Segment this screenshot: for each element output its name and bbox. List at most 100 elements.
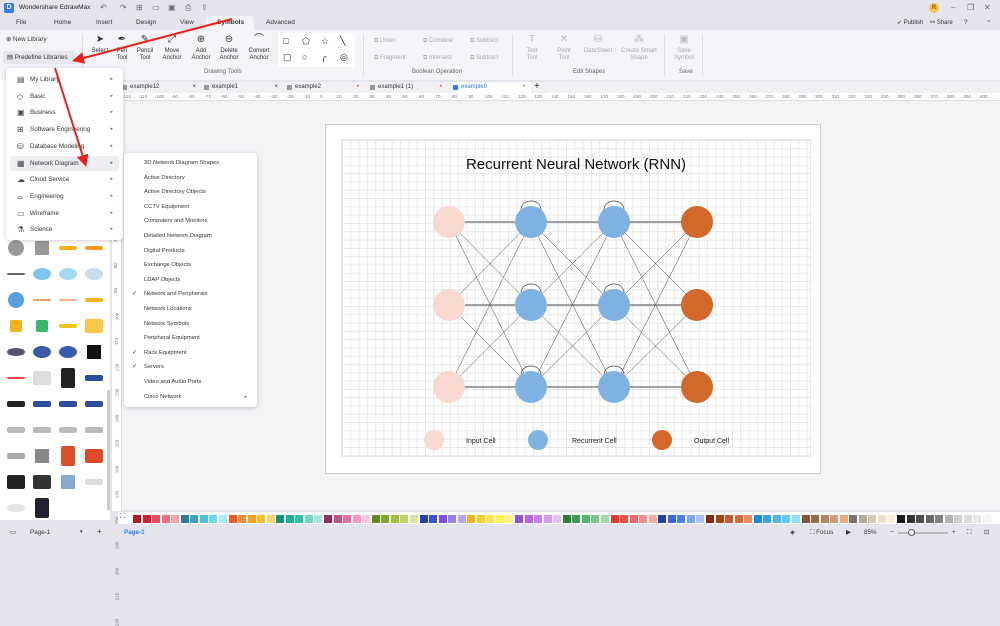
output-cell-node[interactable] (681, 206, 713, 238)
color-swatch[interactable] (791, 515, 800, 523)
color-swatch[interactable] (982, 515, 991, 523)
color-swatch[interactable] (830, 515, 839, 523)
zoom-in-icon[interactable]: + (952, 529, 956, 536)
color-swatch[interactable] (849, 515, 858, 523)
color-swatch[interactable] (963, 515, 972, 523)
color-swatch[interactable] (247, 515, 256, 523)
submenu-item[interactable]: Cisco Network ▸ (124, 390, 257, 405)
color-swatch[interactable] (658, 515, 667, 523)
color-swatch[interactable] (180, 515, 189, 523)
modem-shape-icon[interactable] (7, 475, 25, 489)
color-swatch[interactable] (238, 515, 247, 523)
color-swatch[interactable] (973, 515, 982, 523)
color-swatch[interactable] (925, 515, 934, 523)
color-swatch[interactable] (199, 515, 208, 523)
wing-shape-icon[interactable] (85, 298, 103, 302)
submenu-item[interactable]: ✓ Rack Equipment (124, 346, 257, 361)
color-swatch[interactable] (362, 515, 371, 523)
color-swatch[interactable] (725, 515, 734, 523)
color-swatch[interactable] (763, 515, 772, 523)
wireless-shape-icon[interactable] (35, 449, 49, 463)
color-swatch[interactable] (591, 515, 600, 523)
color-swatch[interactable] (515, 515, 523, 523)
color-swatch[interactable] (839, 515, 848, 523)
color-swatch[interactable] (190, 515, 199, 523)
color-swatch[interactable] (820, 515, 829, 523)
lightning-shape-icon[interactable] (85, 246, 103, 250)
color-swatch[interactable] (304, 515, 313, 523)
recurrent-cell-node[interactable] (515, 289, 547, 321)
speech-shape-icon[interactable] (59, 346, 77, 358)
modem-shape-icon[interactable] (33, 475, 51, 489)
submenu-item[interactable]: CCTV Equipment (124, 200, 257, 215)
submenu-item[interactable]: Exchange Objects (124, 258, 257, 273)
server-shape-icon[interactable] (61, 368, 75, 388)
input-cell-node[interactable] (433, 289, 465, 321)
color-swatch[interactable] (371, 515, 380, 523)
submenu-item[interactable]: ✓ Network and Peripherals (124, 287, 257, 302)
color-swatch[interactable] (543, 515, 552, 523)
library-category-network-diagram[interactable]: ▦ Network Diagram ▸ (10, 155, 119, 171)
disk-shape-icon[interactable] (7, 348, 25, 356)
library-category-my-library[interactable]: ▤ My Library ▸ (10, 72, 119, 87)
color-swatch[interactable] (534, 515, 543, 523)
color-swatch[interactable] (467, 515, 476, 523)
input-cell-node[interactable] (433, 371, 465, 403)
library-category-business[interactable]: ▣ Business ▸ (10, 105, 119, 120)
recurrent-cell-node[interactable] (598, 289, 630, 321)
globe-shape-icon[interactable] (8, 292, 24, 308)
router-shape-icon[interactable] (7, 401, 25, 407)
color-swatch[interactable] (142, 515, 151, 523)
color-swatch[interactable] (610, 515, 619, 523)
library-scrollbar[interactable] (107, 390, 110, 510)
color-swatch[interactable] (390, 515, 399, 523)
zoom-slider[interactable] (898, 532, 948, 534)
color-swatch[interactable] (429, 515, 438, 523)
recurrent-cell-node[interactable] (598, 206, 630, 238)
color-swatch[interactable] (400, 515, 409, 523)
color-swatch[interactable] (677, 515, 686, 523)
line-shape-icon[interactable] (33, 299, 51, 301)
submenu-item[interactable]: LDAP Objects (124, 273, 257, 288)
patch-shape-icon[interactable] (7, 453, 25, 459)
color-swatch[interactable] (581, 515, 590, 523)
color-swatch[interactable] (419, 515, 428, 523)
triangle-shape-icon[interactable] (10, 320, 22, 332)
color-swatch[interactable] (505, 515, 514, 523)
color-swatch[interactable] (486, 515, 495, 523)
layers-icon[interactable]: ◈ (790, 529, 795, 536)
color-swatch[interactable] (314, 515, 323, 523)
line-shape-icon[interactable] (59, 299, 77, 301)
color-swatch[interactable] (648, 515, 657, 523)
submenu-item[interactable]: Active Directory (124, 171, 257, 186)
firewall-shape-icon[interactable] (85, 449, 103, 463)
color-swatch[interactable] (171, 515, 180, 523)
color-swatch[interactable] (257, 515, 266, 523)
color-swatch[interactable] (639, 515, 648, 523)
submenu-item[interactable]: Peripheral Equipment (124, 331, 257, 346)
submenu-item[interactable]: Network Locations (124, 302, 257, 317)
color-swatch[interactable] (897, 515, 905, 523)
color-swatch[interactable] (753, 515, 762, 523)
firewall-shape-icon[interactable] (61, 446, 75, 466)
fullscreen-icon[interactable]: ⛶ (967, 529, 971, 537)
recurrent-cell-node[interactable] (515, 371, 547, 403)
cloud-shape-icon[interactable] (59, 268, 77, 280)
color-swatch[interactable] (276, 515, 285, 523)
color-swatch[interactable] (457, 515, 466, 523)
color-swatch[interactable] (868, 515, 877, 523)
switch-shape-icon[interactable] (85, 375, 103, 381)
color-swatch[interactable] (935, 515, 944, 523)
antenna-shape-icon[interactable] (87, 345, 101, 359)
play-icon[interactable]: ▶ (846, 529, 851, 536)
color-swatch[interactable] (715, 515, 724, 523)
library-category-science[interactable]: ⚗ Science ▸ (10, 222, 119, 237)
switch-shape-icon[interactable] (59, 401, 77, 407)
color-swatch[interactable] (438, 515, 447, 523)
color-swatch[interactable] (811, 515, 820, 523)
color-swatch[interactable] (686, 515, 695, 523)
color-swatch[interactable] (381, 515, 390, 523)
color-swatch[interactable] (161, 515, 170, 523)
pillow-shape-icon[interactable] (33, 371, 51, 385)
page-tab[interactable]: Page-1 (124, 529, 145, 536)
